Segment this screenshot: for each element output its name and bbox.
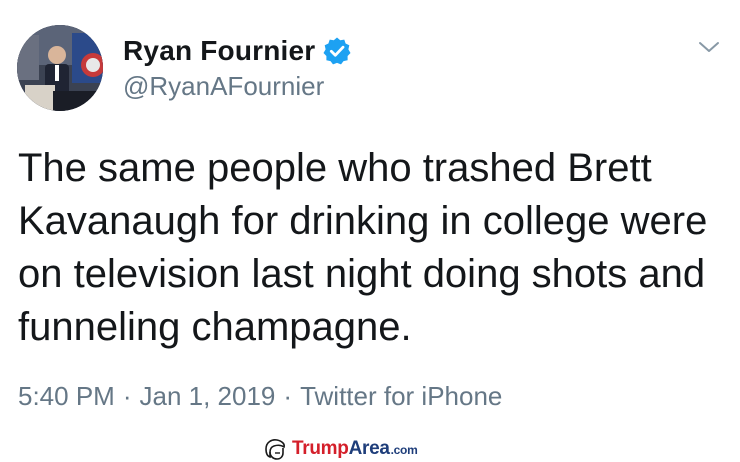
tweet-meta: 5:40 PM · Jan 1, 2019 · Twitter for iPho… [18,381,502,412]
tweet-date[interactable]: Jan 1, 2019 [140,381,276,412]
watermark-com: .com [390,443,418,457]
meta-separator: · [283,381,293,411]
verified-badge-icon [322,36,352,66]
profile-photo-icon [17,25,103,111]
trump-hair-icon [265,439,285,460]
display-name[interactable]: Ryan Fournier [123,35,315,67]
author-name-row[interactable]: Ryan Fournier [123,34,352,68]
tweet-card: Ryan Fournier @RyanAFournier The same pe… [0,0,740,462]
chevron-down-icon[interactable] [696,34,722,60]
avatar[interactable] [17,25,103,111]
watermark-logo: TrumpArea.com [263,437,418,461]
author-handle[interactable]: @RyanAFournier [123,71,324,102]
watermark-trump: Trump [292,438,349,459]
watermark-area: Area [348,438,390,459]
tweet-time[interactable]: 5:40 PM [18,381,115,412]
meta-separator: · [122,381,132,411]
tweet-text: The same people who trashed Brett Kavana… [18,146,708,349]
tweet-source[interactable]: Twitter for iPhone [300,381,502,412]
